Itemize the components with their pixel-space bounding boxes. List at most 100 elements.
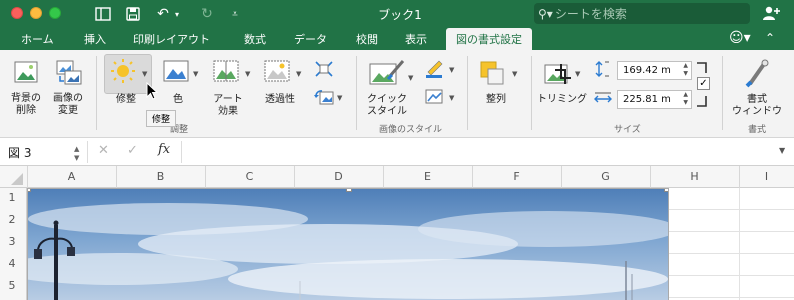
format-group-label: 書式: [748, 125, 767, 135]
resize-handle-top-left[interactable]: [28, 189, 31, 192]
insert-function-button[interactable]: fx: [158, 142, 170, 157]
row-2-header[interactable]: 2: [0, 213, 24, 226]
resize-handle-top-right[interactable]: [664, 189, 668, 192]
width-stepper[interactable]: ▲ ▼: [683, 91, 688, 107]
smiley-feedback-icon[interactable]: ☺▾: [729, 30, 751, 46]
customize-toolbar-icon[interactable]: ⩡: [228, 5, 242, 23]
close-window-button[interactable]: [11, 7, 23, 19]
column-d-header[interactable]: D: [294, 170, 383, 183]
remove-background-icon: [14, 61, 38, 83]
crop-dropdown-icon[interactable]: ▼: [575, 70, 580, 78]
picture-effects-dropdown-icon[interactable]: ▼: [449, 94, 454, 102]
minimize-window-button[interactable]: [30, 7, 42, 19]
mouse-cursor-icon: [146, 82, 158, 100]
change-picture-button[interactable]: 画像の 変更: [50, 58, 86, 118]
row-5-header[interactable]: 5: [0, 279, 24, 292]
artistic-effects-dropdown-icon[interactable]: ▼: [245, 70, 250, 78]
artistic-effects-icon[interactable]: [212, 58, 240, 84]
tab-page-layout[interactable]: 印刷レイアウト: [133, 31, 210, 47]
width-input[interactable]: 225.81 m ▲ ▼: [617, 90, 692, 109]
tab-view[interactable]: 表示: [405, 31, 427, 47]
quick-styles-icon[interactable]: [368, 58, 406, 88]
ribbon-separator: [356, 56, 357, 130]
column-e-header[interactable]: E: [383, 170, 472, 183]
ribbon-tab-bar: ホーム 挿入 印刷レイアウト 数式 データ 校閲 表示 図の書式設定 ☺▾ ⌃: [0, 28, 794, 50]
quick-styles-label-2: スタイル: [367, 106, 407, 117]
column-h-header[interactable]: H: [650, 170, 739, 183]
format-pane-brush-icon[interactable]: [744, 58, 770, 88]
picture-border-dropdown-icon[interactable]: ▼: [449, 66, 454, 74]
height-icon: [595, 61, 609, 77]
corrections-label: 修整: [116, 94, 136, 105]
remove-bg-label-2: 削除: [16, 105, 36, 116]
column-b-header[interactable]: B: [116, 170, 205, 183]
redo-icon[interactable]: ↻: [198, 5, 216, 23]
crop-icon[interactable]: [544, 62, 572, 86]
resize-handle-top[interactable]: [346, 189, 352, 192]
undo-dropdown-icon[interactable]: ▾: [172, 5, 182, 23]
tab-picture-format[interactable]: 図の書式設定: [446, 28, 532, 50]
arrange-icon[interactable]: [479, 60, 505, 86]
cancel-x-icon[interactable]: ✕: [98, 143, 109, 158]
artistic-effects-label-1: アート: [213, 94, 243, 105]
ribbon-separator: [96, 56, 97, 130]
column-i-header[interactable]: I: [739, 170, 794, 183]
remove-background-button[interactable]: 背景の 削除: [8, 58, 44, 118]
reset-picture-dropdown-icon[interactable]: ▼: [337, 94, 342, 102]
change-picture-icon: [56, 60, 82, 85]
sidebar-toggle-icon[interactable]: [94, 5, 112, 23]
column-a-header[interactable]: A: [27, 170, 116, 183]
column-f-header[interactable]: F: [472, 170, 561, 183]
arrange-dropdown-icon[interactable]: ▼: [512, 70, 517, 78]
name-box-stepper[interactable]: ▲ ▼: [74, 145, 79, 163]
lock-aspect-ratio-checkbox[interactable]: ✓: [697, 77, 710, 90]
height-value: 169.42 m: [623, 65, 671, 76]
compress-pictures-icon[interactable]: [314, 60, 334, 78]
undo-icon[interactable]: ↶: [154, 5, 172, 23]
collapse-ribbon-icon[interactable]: ⌃: [765, 31, 775, 45]
column-header: A B C D E F G H I: [0, 166, 794, 188]
column-g-header[interactable]: G: [561, 170, 650, 183]
document-title: ブック1: [378, 8, 422, 22]
ribbon-separator: [531, 56, 532, 130]
expand-formula-bar-icon[interactable]: ▼: [779, 146, 785, 155]
transparency-label: 透過性: [265, 94, 295, 105]
inserted-picture[interactable]: [27, 188, 669, 300]
sheet-search-field[interactable]: ⚲▾ シートを検索: [534, 3, 750, 24]
quick-styles-dropdown-icon[interactable]: ▼: [408, 74, 413, 82]
row-4-header[interactable]: 4: [0, 257, 24, 270]
transparency-icon[interactable]: [263, 58, 291, 84]
formula-bar: 図 3 ▲ ▼ ✕ ✓ fx ▼: [0, 138, 794, 166]
ribbon-separator: [722, 56, 723, 130]
picture-effects-icon[interactable]: [424, 88, 444, 106]
tab-formulas[interactable]: 数式: [244, 31, 266, 47]
color-dropdown-icon[interactable]: ▼: [193, 70, 198, 78]
tab-review[interactable]: 校閲: [356, 31, 378, 47]
tab-data[interactable]: データ: [294, 31, 327, 47]
artistic-effects-label-2: 効果: [218, 106, 238, 117]
corrections-dropdown-icon[interactable]: ▼: [142, 70, 147, 78]
quick-styles-label-1: クイック: [367, 94, 407, 105]
reset-picture-icon[interactable]: [313, 88, 335, 106]
enter-check-icon[interactable]: ✓: [127, 143, 138, 158]
ribbon-separator: [467, 56, 468, 130]
tab-insert[interactable]: 挿入: [84, 31, 106, 47]
row-header: 1 2 3 4 5: [0, 188, 27, 300]
zoom-window-button[interactable]: [49, 7, 61, 19]
transparency-dropdown-icon[interactable]: ▼: [296, 70, 301, 78]
name-box[interactable]: 図 3 ▲ ▼: [4, 142, 84, 162]
divider: [87, 141, 88, 163]
column-c-header[interactable]: C: [205, 170, 294, 183]
picture-border-icon[interactable]: [424, 58, 444, 78]
row-1-header[interactable]: 1: [0, 191, 24, 204]
height-stepper[interactable]: ▲ ▼: [683, 62, 688, 78]
color-icon[interactable]: [163, 60, 189, 82]
select-all-icon[interactable]: [10, 172, 24, 186]
format-pane-label-1: 書式: [747, 94, 767, 105]
add-user-icon[interactable]: [762, 5, 780, 25]
harbor-photo: [28, 189, 668, 300]
row-3-header[interactable]: 3: [0, 235, 24, 248]
save-icon[interactable]: [124, 5, 142, 23]
height-input[interactable]: 169.42 m ▲ ▼: [617, 61, 692, 80]
tab-home[interactable]: ホーム: [21, 31, 54, 47]
